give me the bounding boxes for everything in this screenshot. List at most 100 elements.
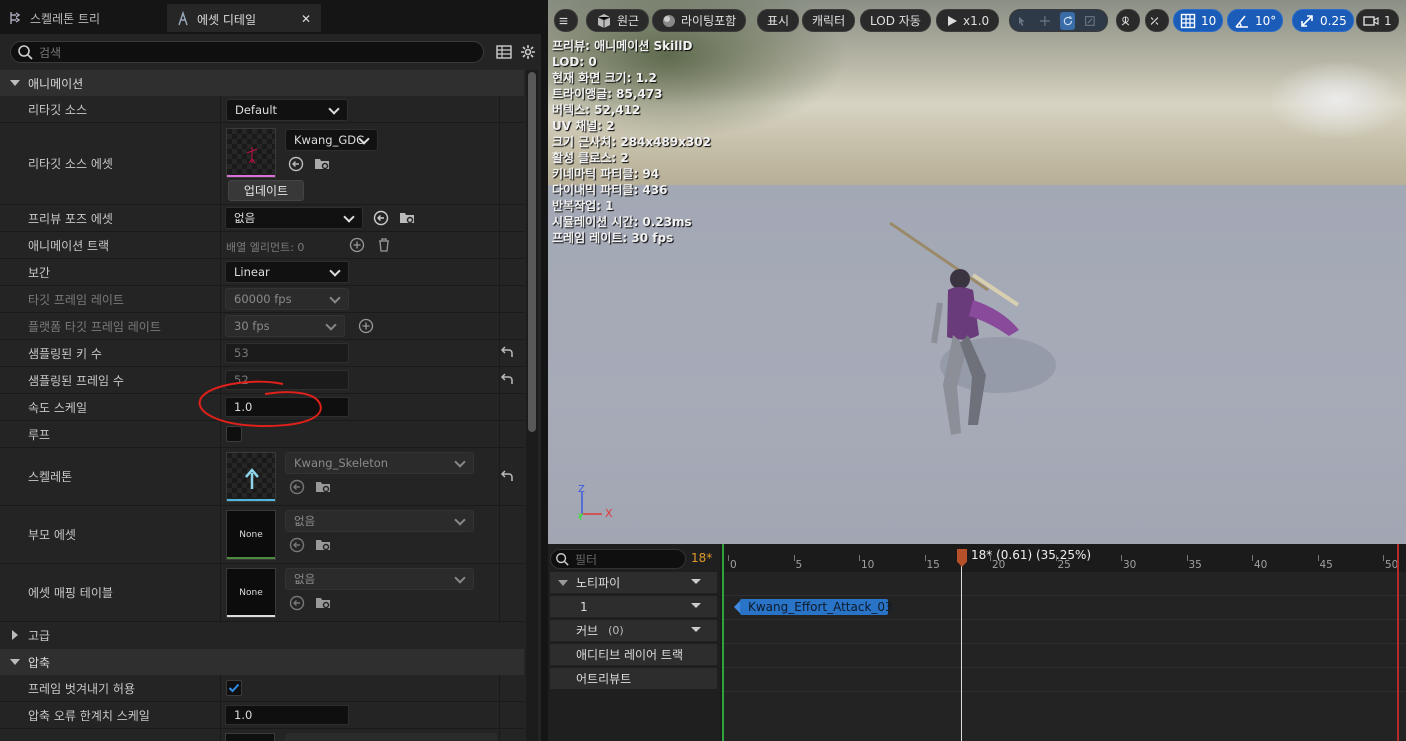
expand-arrow-icon bbox=[558, 579, 568, 586]
details-scrollbar[interactable] bbox=[526, 70, 538, 741]
search-input[interactable]: 검색 bbox=[10, 41, 484, 63]
track-notifies[interactable]: 노티파이 bbox=[550, 572, 717, 593]
scale-snap-button[interactable]: 0.25 bbox=[1292, 9, 1354, 32]
category-advanced-label: 고급 bbox=[28, 628, 51, 643]
asset-mapping-thumbnail[interactable]: None bbox=[226, 568, 276, 618]
parent-asset-dropdown[interactable]: 없음 bbox=[285, 510, 474, 532]
skeleton-thumbnail[interactable] bbox=[226, 452, 276, 502]
viewport[interactable]: 원근 라이팅포함 표시 캐릭터 LOD 자동 x1.0 10 10° 0.25 … bbox=[548, 0, 1406, 544]
scale-snap-label: 0.25 bbox=[1320, 13, 1347, 28]
playhead-line[interactable] bbox=[961, 550, 962, 741]
select-cursor-icon[interactable] bbox=[1014, 12, 1030, 30]
close-tab-icon[interactable]: ✕ bbox=[301, 12, 311, 26]
reset-to-default-icon[interactable] bbox=[500, 470, 514, 484]
reset-to-default-icon[interactable] bbox=[500, 346, 514, 360]
show-button[interactable]: 표시 bbox=[757, 9, 800, 32]
category-animation[interactable]: 애니메이션 bbox=[0, 70, 524, 96]
compression-error-threshold-input[interactable]: 1.0 bbox=[225, 705, 349, 725]
filter-input[interactable]: 필터 bbox=[550, 549, 686, 569]
preview-pose-dropdown[interactable]: 없음 bbox=[225, 207, 363, 229]
tab-asset-details[interactable]: 에셋 디테일 ✕ bbox=[167, 4, 321, 32]
lod-button[interactable]: LOD 자동 bbox=[860, 9, 931, 32]
retarget-asset-thumbnail[interactable] bbox=[226, 128, 276, 178]
perspective-button[interactable]: 원근 bbox=[586, 9, 650, 32]
play-speed-button[interactable]: x1.0 bbox=[936, 9, 1000, 32]
target-frame-rate-label: 타깃 프레임 레이트 bbox=[28, 292, 124, 307]
platform-frame-rate-value: 30 fps bbox=[234, 319, 270, 333]
dropdown-arrow-icon[interactable] bbox=[691, 579, 701, 584]
use-selected-icon[interactable] bbox=[373, 210, 389, 226]
skeleton-dropdown[interactable]: Kwang_Skeleton bbox=[285, 452, 474, 474]
add-element-icon[interactable] bbox=[349, 237, 365, 253]
viewport-menu-button[interactable] bbox=[554, 9, 578, 32]
angle-icon bbox=[1235, 15, 1248, 28]
camera-speed-button[interactable]: 1 bbox=[1356, 9, 1399, 32]
reset-to-default-icon[interactable] bbox=[500, 373, 514, 387]
asset-mapping-dropdown[interactable]: 없음 bbox=[285, 568, 474, 590]
use-selected-icon[interactable] bbox=[289, 479, 305, 495]
target-frame-rate-dropdown[interactable]: 60000 fps bbox=[225, 288, 349, 310]
retarget-source-dropdown[interactable]: Default bbox=[226, 99, 348, 121]
browse-folder-icon[interactable] bbox=[315, 479, 331, 495]
interpolation-dropdown[interactable]: Linear bbox=[225, 261, 349, 283]
row-interpolation: 보간 Linear bbox=[0, 259, 524, 286]
compression-error-threshold-label: 압축 오류 한계치 스케일 bbox=[28, 708, 150, 723]
stat-line: 프리뷰: 애니메이션 SkillD bbox=[552, 39, 693, 53]
row-skeleton: 스켈레톤 Kwang_Skeleton bbox=[0, 448, 524, 506]
use-selected-icon[interactable] bbox=[289, 537, 305, 553]
track-notify-row[interactable]: 1 bbox=[550, 596, 717, 617]
track-notify-row-label: 1 bbox=[580, 599, 588, 614]
track-curves[interactable]: 커브 (0) bbox=[550, 620, 717, 641]
browse-folder-icon[interactable] bbox=[315, 537, 331, 553]
start-marker[interactable] bbox=[722, 544, 724, 741]
dropdown-arrow-icon[interactable] bbox=[691, 627, 701, 632]
browse-folder-icon[interactable] bbox=[399, 210, 415, 226]
end-marker[interactable] bbox=[1397, 544, 1399, 741]
track-additive-layer[interactable]: 애디티브 레이어 트랙 bbox=[550, 644, 717, 665]
retarget-asset-value: Kwang_GDC bbox=[294, 133, 365, 147]
dropdown-arrow-icon[interactable] bbox=[691, 603, 701, 608]
row-asset-mapping-table: 에셋 매핑 테이블 None 없음 bbox=[0, 564, 524, 622]
skeleton-asset-icon bbox=[245, 468, 259, 489]
camera-icon bbox=[1363, 15, 1379, 26]
category-compression[interactable]: 압축 bbox=[0, 649, 524, 675]
use-selected-icon[interactable] bbox=[289, 595, 305, 611]
move-icon[interactable] bbox=[1037, 12, 1053, 30]
tab-skeleton-tree[interactable]: 스켈레톤 트리 bbox=[0, 4, 162, 32]
track-attributes[interactable]: 어트리뷰트 bbox=[550, 668, 717, 689]
rotation-snap-button[interactable]: 10° bbox=[1227, 9, 1284, 32]
row-partial bbox=[0, 729, 524, 741]
use-selected-icon[interactable] bbox=[288, 156, 304, 172]
character-button[interactable]: 캐릭터 bbox=[802, 9, 856, 32]
stat-line: 활성 클로스: 2 bbox=[552, 151, 629, 165]
scale-icon[interactable] bbox=[1082, 12, 1098, 30]
ruler-tick bbox=[728, 555, 729, 561]
ruler-tick bbox=[924, 555, 926, 561]
track-attributes-label: 어트리뷰트 bbox=[576, 672, 632, 686]
notify-event[interactable]: Kwang_Effort_Attack_03 bbox=[740, 599, 893, 615]
coordinate-space-button[interactable] bbox=[1116, 9, 1140, 32]
surface-snap-icon bbox=[1150, 16, 1159, 25]
trash-icon[interactable] bbox=[376, 237, 392, 253]
collapse-arrow-icon bbox=[12, 630, 18, 640]
browse-folder-icon[interactable] bbox=[315, 595, 331, 611]
retarget-asset-dropdown[interactable]: Kwang_GDC bbox=[285, 129, 378, 151]
filter-placeholder: 필터 bbox=[575, 552, 598, 567]
lighting-button[interactable]: 라이팅포함 bbox=[652, 9, 747, 32]
platform-frame-rate-dropdown[interactable]: 30 fps bbox=[225, 315, 345, 337]
category-advanced[interactable]: 고급 bbox=[0, 622, 524, 648]
grid-snap-button[interactable]: 10 bbox=[1173, 9, 1224, 32]
timeline[interactable]: 0 5 10 15 20 25 30 35 40 45 50 Kwang_Effort_Attack… bbox=[722, 544, 1406, 741]
scrollbar-thumb[interactable] bbox=[528, 72, 536, 432]
surface-snap-button[interactable] bbox=[1145, 9, 1169, 32]
update-button[interactable]: 업데이트 bbox=[228, 180, 304, 201]
sampled-frames-label: 샘플링된 프레임 수 bbox=[28, 373, 124, 388]
allow-frame-stripping-checkbox[interactable] bbox=[226, 680, 242, 696]
table-view-icon[interactable] bbox=[496, 44, 512, 60]
viewport-stats: 프리뷰: 애니메이션 SkillD LOD: 0 현재 화면 크기: 1.2 트라이앵… bbox=[552, 38, 711, 246]
add-element-icon[interactable] bbox=[358, 318, 374, 334]
browse-folder-icon[interactable] bbox=[314, 156, 330, 172]
rotate-icon[interactable] bbox=[1059, 11, 1076, 30]
settings-gear-icon[interactable] bbox=[520, 44, 536, 60]
parent-asset-thumbnail[interactable]: None bbox=[226, 510, 276, 560]
